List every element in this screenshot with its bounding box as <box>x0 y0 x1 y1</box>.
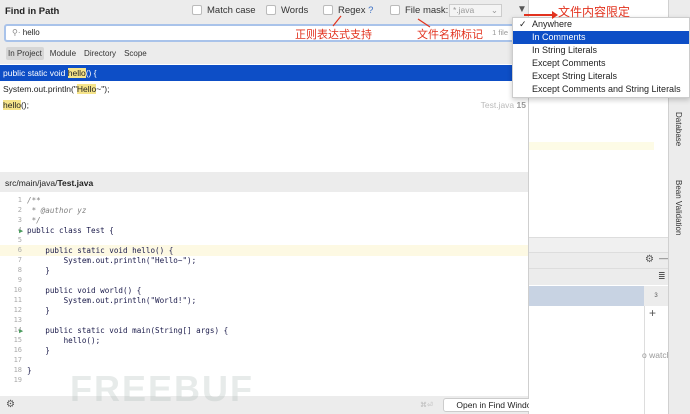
tab-scope[interactable]: Scope <box>122 47 149 60</box>
line-number: 2 <box>17 206 22 214</box>
add-watch-button[interactable]: + <box>649 306 656 320</box>
tab-directory[interactable]: Directory <box>82 47 118 60</box>
list-icon[interactable]: ≣ <box>658 271 666 282</box>
result-match: hello <box>3 100 21 110</box>
line-number: 1 <box>17 196 22 204</box>
result-row[interactable]: hello(); Test.java 15 <box>0 97 528 113</box>
result-text: () { <box>85 68 97 78</box>
line-number: 13 <box>13 316 22 324</box>
settings-icon[interactable]: ⚙ <box>6 399 15 410</box>
line-number: 5 <box>17 236 22 244</box>
frames-count: 3 <box>654 293 658 299</box>
preview-file-name: Test.java <box>57 178 94 188</box>
menu-item-except-string-literals[interactable]: Except String Literals <box>513 70 689 83</box>
line-number: 17 <box>13 356 22 364</box>
result-row[interactable]: public static void hello() { <box>0 65 528 81</box>
result-text: (); <box>20 100 29 110</box>
result-line: 15 <box>516 100 526 110</box>
preview-path-prefix: src/main/java/ <box>5 178 58 188</box>
line-number: 3 <box>17 216 22 224</box>
menu-item-label: Except Comments <box>532 58 606 68</box>
result-match: Hello <box>76 84 97 94</box>
line-number: 8 <box>17 266 22 274</box>
menu-item-label: Except Comments and String Literals <box>532 84 681 94</box>
line-number: 16 <box>13 346 22 354</box>
menu-item-except-comments[interactable]: Except Comments <box>513 57 689 70</box>
menu-item-label: Except String Literals <box>532 71 618 81</box>
menu-item-label: In String Literals <box>532 45 598 55</box>
run-gutter-icon[interactable]: ▶ <box>19 327 23 335</box>
line-highlight <box>529 142 654 150</box>
menu-item-except-comments-and-strings[interactable]: Except Comments and String Literals <box>513 83 689 96</box>
code-line: public void world() { <box>27 286 142 295</box>
database-tab[interactable]: Database <box>674 112 683 146</box>
code-line: * @author yz <box>27 206 87 215</box>
watermark: FREEBUF <box>70 368 254 409</box>
result-row[interactable]: System.out.println("Hello~"); <box>0 81 528 97</box>
watch-hint: o watch <box>642 350 668 360</box>
panel-divider <box>529 237 668 252</box>
line-number: 6 <box>17 246 22 254</box>
result-text: public static void <box>3 68 68 78</box>
tab-in-project[interactable]: In Project <box>6 47 44 60</box>
line-number: 10 <box>13 286 22 294</box>
debug-toolbar: ⚙ — <box>529 252 668 268</box>
scope-tabs: In Project Module Directory Scope <box>6 47 153 60</box>
results-list: public static void hello() { System.out.… <box>0 64 528 172</box>
line-number: 12 <box>13 306 22 314</box>
code-line: public static void main(String[] args) { <box>27 326 229 335</box>
bean-validation-tab[interactable]: Bean Validation <box>674 180 683 235</box>
code-preview: 1/** 2 * @author yz 3 */4 public class Test… <box>0 192 528 396</box>
result-text: ~"); <box>96 84 110 94</box>
line-number: 18 <box>13 366 22 374</box>
debug-subtoolbar: ≣ <box>529 268 668 285</box>
code-line: hello(); <box>27 336 101 345</box>
code-line: } <box>27 346 50 355</box>
code-line: System.out.println("Hello~"); <box>27 256 197 265</box>
line-number: 11 <box>13 296 22 304</box>
code-line: public class Test { <box>27 226 114 235</box>
line-number: 9 <box>17 276 22 284</box>
code-line: } <box>27 266 50 275</box>
line-number: 19 <box>13 376 22 384</box>
frames-counter: 3 <box>644 286 668 306</box>
arrow-head <box>552 11 558 19</box>
code-line: } <box>27 306 50 315</box>
menu-item-in-string-literals[interactable]: In String Literals <box>513 44 689 57</box>
code-line: System.out.println("World!"); <box>27 296 197 305</box>
code-line: /** <box>27 196 41 205</box>
find-in-path-dialog: Find in Path Match case Words Regex ? Fi… <box>0 0 551 414</box>
tab-module[interactable]: Module <box>48 47 78 60</box>
panel-separator <box>644 306 645 414</box>
result-file: Test.java <box>480 100 515 110</box>
minimize-icon[interactable]: — <box>659 253 668 263</box>
annotation-arrows <box>332 11 558 28</box>
preview-path: src/main/java/Test.java <box>5 178 93 188</box>
arrow-file-mask <box>417 18 431 28</box>
settings-icon[interactable]: ⚙ <box>645 254 654 265</box>
arrow-regex <box>332 15 342 27</box>
result-text: System.out.println(" <box>3 84 77 94</box>
code-line: public static void hello() { <box>27 246 174 255</box>
result-match: hello <box>67 68 86 78</box>
line-number: 7 <box>17 256 22 264</box>
line-number: 15 <box>13 336 22 344</box>
code-line: */ <box>27 216 41 225</box>
code-line: } <box>27 366 32 375</box>
frames-header <box>529 286 644 306</box>
run-gutter-icon[interactable]: ▶ <box>19 227 23 235</box>
shortcut-hint: ⌘⏎ <box>420 402 433 409</box>
